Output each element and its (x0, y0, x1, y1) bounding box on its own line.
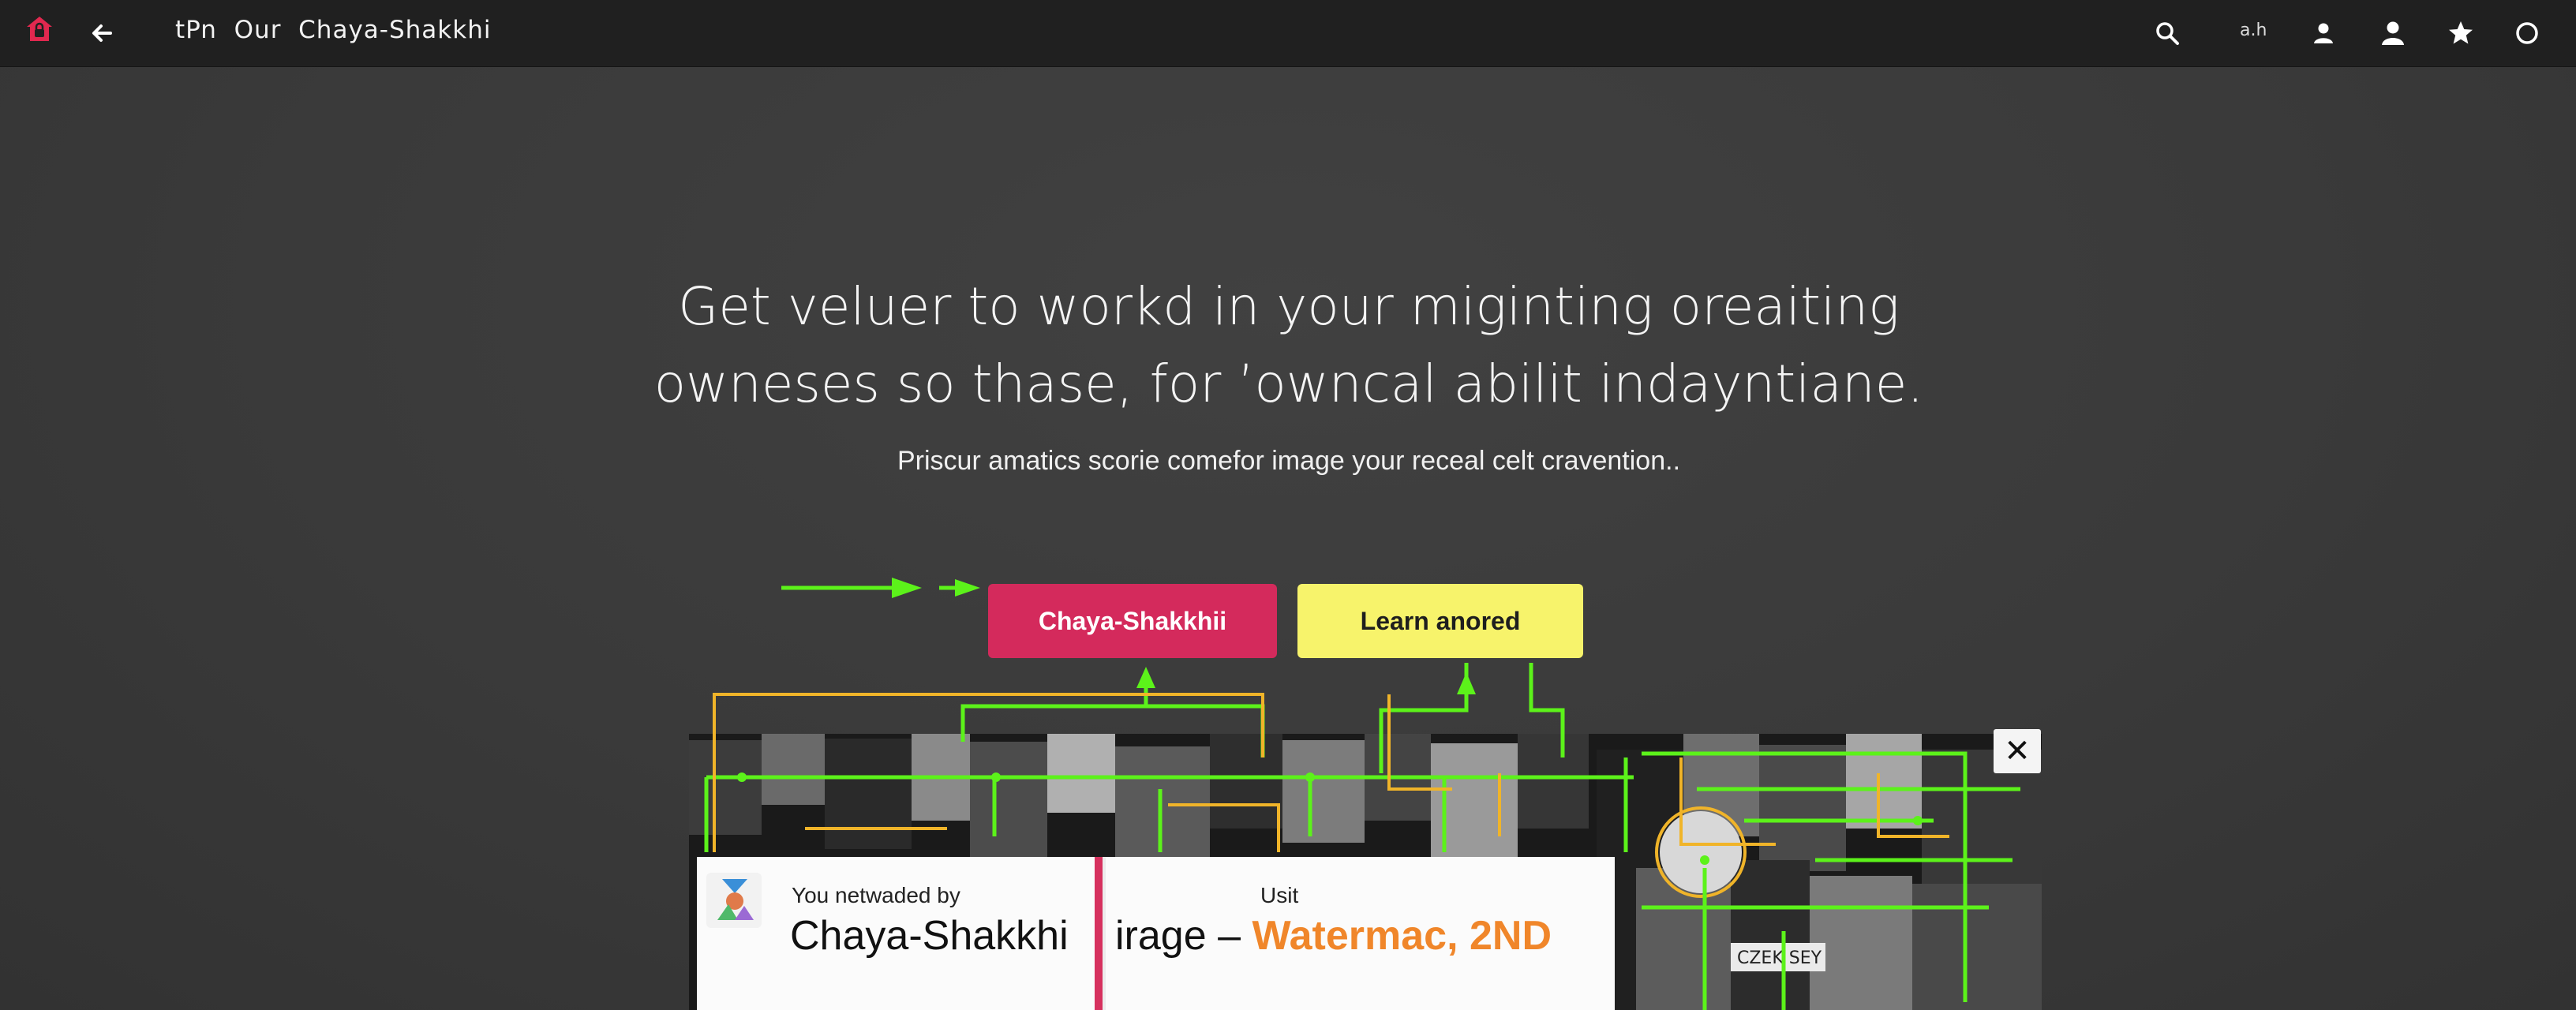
byline-label: You netwaded by (792, 883, 960, 907)
circle-icon[interactable] (2510, 16, 2544, 50)
top-bar: tPn Our Chaya-Shakkhi a.h (0, 0, 2576, 67)
hero-title-line-2: owneses so thase, for ’owncal abilit ind… (653, 354, 1924, 414)
star-icon[interactable] (2443, 16, 2478, 50)
arrow-left-icon[interactable] (87, 17, 118, 49)
app-logo-icon (706, 873, 762, 928)
hero-title: Get veluer to workd in your miginting or… (647, 268, 1930, 423)
search-icon[interactable] (2150, 16, 2185, 50)
hero-title-line-1: Get veluer to workd in your miginting or… (678, 276, 1900, 337)
image-watermark-line: irage – Watermac, 2ND (1115, 912, 1552, 960)
account-label[interactable]: a.h (2240, 21, 2267, 40)
watermark-text: Watermac, 2ND (1252, 913, 1552, 959)
card-divider-shadow (1103, 857, 1106, 1010)
unit-label: Usit (1260, 883, 1299, 907)
card-divider (1095, 857, 1103, 1010)
author-name: Chaya-Shakkhi (790, 913, 1069, 959)
user-icon[interactable] (2306, 16, 2341, 50)
profile-icon[interactable] (2376, 16, 2410, 50)
hero-subtitle: Priscur amatics scorie comefor image you… (897, 446, 1681, 476)
collage-label: CZEK SEY (1737, 948, 1822, 968)
attribution-card: You netwaded by Chaya-Shakkhi Usit irage… (697, 857, 1615, 1010)
close-button[interactable]: ✕ (1994, 729, 2041, 773)
image-label: irage – (1115, 913, 1252, 959)
app-title: tPn Our Chaya-Shakkhi (175, 16, 492, 44)
learn-more-button[interactable]: Learn anored (1297, 584, 1583, 658)
primary-button[interactable]: Chaya-Shakkhii (988, 584, 1277, 658)
home-lock-icon[interactable] (24, 14, 55, 46)
